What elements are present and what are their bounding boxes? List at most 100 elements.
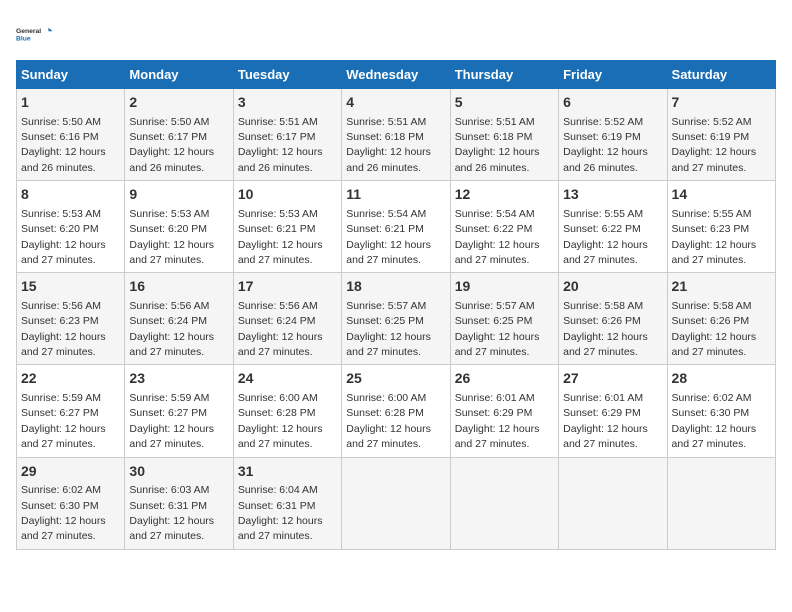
day-number: 5 [455, 93, 554, 113]
calendar-table: SundayMondayTuesdayWednesdayThursdayFrid… [16, 60, 776, 550]
cell-content: Sunrise: 5:56 AM Sunset: 6:24 PM Dayligh… [238, 300, 323, 358]
day-number: 19 [455, 277, 554, 297]
day-number: 28 [672, 369, 771, 389]
cell-content: Sunrise: 5:50 AM Sunset: 6:17 PM Dayligh… [129, 116, 214, 174]
day-cell: 17 Sunrise: 5:56 AM Sunset: 6:24 PM Dayl… [233, 273, 341, 365]
cell-content: Sunrise: 5:54 AM Sunset: 6:22 PM Dayligh… [455, 208, 540, 266]
day-number: 12 [455, 185, 554, 205]
cell-content: Sunrise: 6:03 AM Sunset: 6:31 PM Dayligh… [129, 484, 214, 542]
column-header-monday: Monday [125, 61, 233, 89]
day-number: 11 [346, 185, 445, 205]
day-cell [450, 457, 558, 549]
day-cell: 10 Sunrise: 5:53 AM Sunset: 6:21 PM Dayl… [233, 181, 341, 273]
day-cell: 14 Sunrise: 5:55 AM Sunset: 6:23 PM Dayl… [667, 181, 775, 273]
cell-content: Sunrise: 5:56 AM Sunset: 6:24 PM Dayligh… [129, 300, 214, 358]
cell-content: Sunrise: 5:55 AM Sunset: 6:22 PM Dayligh… [563, 208, 648, 266]
cell-content: Sunrise: 5:52 AM Sunset: 6:19 PM Dayligh… [563, 116, 648, 174]
cell-content: Sunrise: 6:01 AM Sunset: 6:29 PM Dayligh… [455, 392, 540, 450]
cell-content: Sunrise: 5:50 AM Sunset: 6:16 PM Dayligh… [21, 116, 106, 174]
cell-content: Sunrise: 6:04 AM Sunset: 6:31 PM Dayligh… [238, 484, 323, 542]
day-cell [559, 457, 667, 549]
cell-content: Sunrise: 5:57 AM Sunset: 6:25 PM Dayligh… [455, 300, 540, 358]
day-cell: 20 Sunrise: 5:58 AM Sunset: 6:26 PM Dayl… [559, 273, 667, 365]
day-number: 29 [21, 462, 120, 482]
cell-content: Sunrise: 6:00 AM Sunset: 6:28 PM Dayligh… [238, 392, 323, 450]
day-number: 15 [21, 277, 120, 297]
day-cell: 9 Sunrise: 5:53 AM Sunset: 6:20 PM Dayli… [125, 181, 233, 273]
day-number: 16 [129, 277, 228, 297]
day-number: 14 [672, 185, 771, 205]
day-number: 9 [129, 185, 228, 205]
day-number: 2 [129, 93, 228, 113]
day-cell: 23 Sunrise: 5:59 AM Sunset: 6:27 PM Dayl… [125, 365, 233, 457]
day-cell: 7 Sunrise: 5:52 AM Sunset: 6:19 PM Dayli… [667, 89, 775, 181]
column-header-sunday: Sunday [17, 61, 125, 89]
cell-content: Sunrise: 5:51 AM Sunset: 6:18 PM Dayligh… [346, 116, 431, 174]
cell-content: Sunrise: 6:02 AM Sunset: 6:30 PM Dayligh… [21, 484, 106, 542]
day-number: 25 [346, 369, 445, 389]
column-header-friday: Friday [559, 61, 667, 89]
day-number: 21 [672, 277, 771, 297]
day-number: 31 [238, 462, 337, 482]
day-cell [342, 457, 450, 549]
day-number: 1 [21, 93, 120, 113]
cell-content: Sunrise: 5:51 AM Sunset: 6:17 PM Dayligh… [238, 116, 323, 174]
day-number: 10 [238, 185, 337, 205]
day-number: 30 [129, 462, 228, 482]
day-cell: 28 Sunrise: 6:02 AM Sunset: 6:30 PM Dayl… [667, 365, 775, 457]
column-header-wednesday: Wednesday [342, 61, 450, 89]
day-number: 6 [563, 93, 662, 113]
column-header-thursday: Thursday [450, 61, 558, 89]
day-number: 3 [238, 93, 337, 113]
day-cell: 12 Sunrise: 5:54 AM Sunset: 6:22 PM Dayl… [450, 181, 558, 273]
day-cell: 29 Sunrise: 6:02 AM Sunset: 6:30 PM Dayl… [17, 457, 125, 549]
day-cell: 11 Sunrise: 5:54 AM Sunset: 6:21 PM Dayl… [342, 181, 450, 273]
week-row-5: 29 Sunrise: 6:02 AM Sunset: 6:30 PM Dayl… [17, 457, 776, 549]
cell-content: Sunrise: 5:52 AM Sunset: 6:19 PM Dayligh… [672, 116, 757, 174]
day-cell: 26 Sunrise: 6:01 AM Sunset: 6:29 PM Dayl… [450, 365, 558, 457]
day-number: 26 [455, 369, 554, 389]
day-number: 13 [563, 185, 662, 205]
day-cell: 24 Sunrise: 6:00 AM Sunset: 6:28 PM Dayl… [233, 365, 341, 457]
day-cell [667, 457, 775, 549]
day-cell: 22 Sunrise: 5:59 AM Sunset: 6:27 PM Dayl… [17, 365, 125, 457]
week-row-1: 1 Sunrise: 5:50 AM Sunset: 6:16 PM Dayli… [17, 89, 776, 181]
week-row-4: 22 Sunrise: 5:59 AM Sunset: 6:27 PM Dayl… [17, 365, 776, 457]
day-cell: 30 Sunrise: 6:03 AM Sunset: 6:31 PM Dayl… [125, 457, 233, 549]
cell-content: Sunrise: 5:53 AM Sunset: 6:20 PM Dayligh… [129, 208, 214, 266]
day-cell: 25 Sunrise: 6:00 AM Sunset: 6:28 PM Dayl… [342, 365, 450, 457]
column-header-saturday: Saturday [667, 61, 775, 89]
day-cell: 5 Sunrise: 5:51 AM Sunset: 6:18 PM Dayli… [450, 89, 558, 181]
day-number: 24 [238, 369, 337, 389]
day-cell: 1 Sunrise: 5:50 AM Sunset: 6:16 PM Dayli… [17, 89, 125, 181]
header: General Blue [16, 16, 776, 52]
cell-content: Sunrise: 5:58 AM Sunset: 6:26 PM Dayligh… [563, 300, 648, 358]
day-cell: 8 Sunrise: 5:53 AM Sunset: 6:20 PM Dayli… [17, 181, 125, 273]
cell-content: Sunrise: 5:55 AM Sunset: 6:23 PM Dayligh… [672, 208, 757, 266]
day-cell: 15 Sunrise: 5:56 AM Sunset: 6:23 PM Dayl… [17, 273, 125, 365]
svg-text:Blue: Blue [16, 35, 31, 42]
day-cell: 3 Sunrise: 5:51 AM Sunset: 6:17 PM Dayli… [233, 89, 341, 181]
day-cell: 21 Sunrise: 5:58 AM Sunset: 6:26 PM Dayl… [667, 273, 775, 365]
day-number: 18 [346, 277, 445, 297]
day-number: 7 [672, 93, 771, 113]
cell-content: Sunrise: 5:57 AM Sunset: 6:25 PM Dayligh… [346, 300, 431, 358]
cell-content: Sunrise: 5:59 AM Sunset: 6:27 PM Dayligh… [129, 392, 214, 450]
day-cell: 27 Sunrise: 6:01 AM Sunset: 6:29 PM Dayl… [559, 365, 667, 457]
day-cell: 2 Sunrise: 5:50 AM Sunset: 6:17 PM Dayli… [125, 89, 233, 181]
day-number: 23 [129, 369, 228, 389]
day-cell: 13 Sunrise: 5:55 AM Sunset: 6:22 PM Dayl… [559, 181, 667, 273]
cell-content: Sunrise: 6:00 AM Sunset: 6:28 PM Dayligh… [346, 392, 431, 450]
cell-content: Sunrise: 5:53 AM Sunset: 6:21 PM Dayligh… [238, 208, 323, 266]
logo-svg: General Blue [16, 16, 52, 52]
cell-content: Sunrise: 5:51 AM Sunset: 6:18 PM Dayligh… [455, 116, 540, 174]
day-cell: 31 Sunrise: 6:04 AM Sunset: 6:31 PM Dayl… [233, 457, 341, 549]
header-row: SundayMondayTuesdayWednesdayThursdayFrid… [17, 61, 776, 89]
logo: General Blue [16, 16, 52, 52]
day-cell: 6 Sunrise: 5:52 AM Sunset: 6:19 PM Dayli… [559, 89, 667, 181]
day-number: 22 [21, 369, 120, 389]
week-row-3: 15 Sunrise: 5:56 AM Sunset: 6:23 PM Dayl… [17, 273, 776, 365]
day-cell: 18 Sunrise: 5:57 AM Sunset: 6:25 PM Dayl… [342, 273, 450, 365]
cell-content: Sunrise: 5:54 AM Sunset: 6:21 PM Dayligh… [346, 208, 431, 266]
column-header-tuesday: Tuesday [233, 61, 341, 89]
